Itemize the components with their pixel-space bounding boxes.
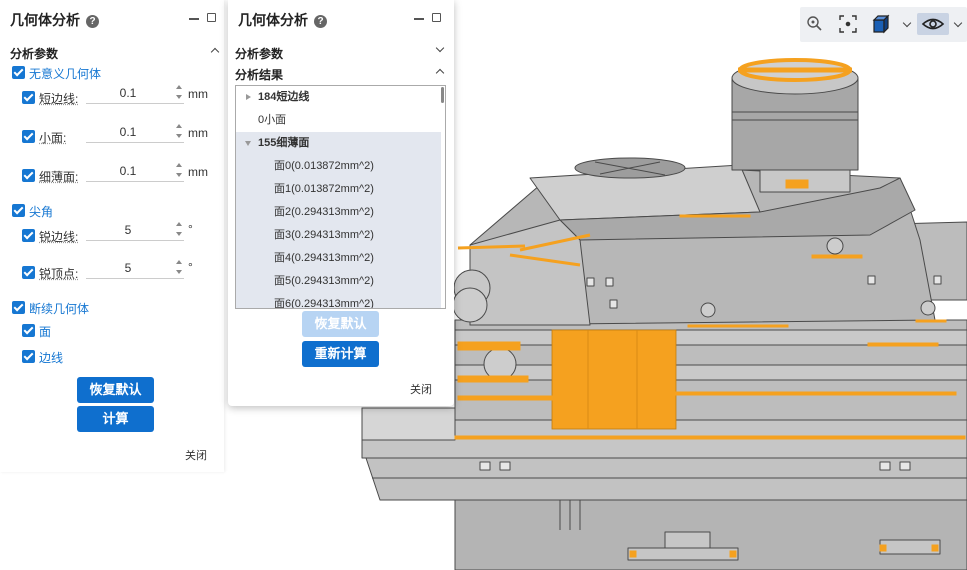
label-sharp-corner: 尖角 bbox=[29, 205, 54, 219]
checkbox-meaningless-geometry[interactable] bbox=[12, 66, 25, 79]
checkbox-face[interactable] bbox=[22, 324, 35, 337]
maximize-icon[interactable] bbox=[432, 13, 441, 22]
unit-label: mm bbox=[188, 165, 208, 179]
degree-unit-label: ° bbox=[188, 260, 193, 274]
visibility-eye-icon[interactable] bbox=[917, 13, 949, 35]
chevron-up-icon[interactable] bbox=[210, 47, 220, 57]
reset-default-button[interactable]: 恢复默认 bbox=[302, 311, 379, 337]
sharp-edge-input[interactable]: 5 bbox=[86, 222, 184, 241]
label-sharp-edge: 锐边线: bbox=[39, 230, 79, 244]
maximize-icon[interactable] bbox=[207, 13, 216, 22]
minimize-icon[interactable] bbox=[189, 18, 199, 20]
zoom-icon[interactable] bbox=[804, 13, 826, 35]
calculate-button[interactable]: 计算 bbox=[77, 406, 154, 432]
help-icon[interactable]: ? bbox=[86, 15, 99, 28]
cube-view-icon[interactable] bbox=[870, 13, 892, 35]
small-face-input[interactable]: 0.1 bbox=[86, 124, 184, 143]
label-small-face: 小面: bbox=[39, 131, 67, 145]
close-link[interactable]: 关闭 bbox=[185, 447, 207, 463]
tree-leaf[interactable]: 面4(0.294313mm^2) bbox=[236, 247, 441, 270]
geometry-analysis-panel-results: 几何体分析? 分析参数 分析结果 184短边线 0小面 155细薄面 面0(0.… bbox=[228, 0, 454, 406]
sharp-vertex-input[interactable]: 5 bbox=[86, 260, 184, 279]
tree-leaf[interactable]: 面5(0.294313mm^2) bbox=[236, 270, 441, 293]
label-edge: 边线 bbox=[39, 351, 64, 365]
tree-leaf[interactable]: 面1(0.013872mm^2) bbox=[236, 178, 441, 201]
expand-arrow-icon[interactable] bbox=[246, 94, 251, 100]
chevron-down-icon[interactable] bbox=[435, 43, 445, 53]
checkbox-sharp-vertex[interactable] bbox=[22, 266, 35, 279]
view-toolbar bbox=[800, 7, 967, 42]
minimize-icon[interactable] bbox=[414, 18, 424, 20]
tree-leaf[interactable]: 面2(0.294313mm^2) bbox=[236, 201, 441, 224]
label-broken-geometry: 断续几何体 bbox=[29, 302, 90, 316]
checkbox-edge[interactable] bbox=[22, 350, 35, 363]
chevron-down-icon[interactable] bbox=[953, 18, 963, 28]
checkbox-broken-geometry[interactable] bbox=[12, 301, 25, 314]
label-short-edge: 短边线: bbox=[39, 92, 79, 106]
checkbox-short-edge[interactable] bbox=[22, 91, 35, 104]
label-meaningless-geometry: 无意义几何体 bbox=[29, 67, 102, 81]
chevron-down-icon[interactable] bbox=[902, 18, 912, 28]
section-analysis-params[interactable]: 分析参数 bbox=[235, 45, 283, 62]
panel-title: 几何体分析? bbox=[10, 10, 99, 30]
unit-label: mm bbox=[188, 126, 208, 140]
tree-item-thin-faces[interactable]: 155细薄面 bbox=[236, 132, 441, 155]
panel-title: 几何体分析? bbox=[238, 10, 327, 30]
tree-scrollbar[interactable] bbox=[441, 87, 444, 103]
results-tree[interactable]: 184短边线 0小面 155细薄面 面0(0.013872mm^2) 面1(0.… bbox=[235, 85, 446, 309]
help-icon[interactable]: ? bbox=[314, 15, 327, 28]
section-analysis-params[interactable]: 分析参数 bbox=[10, 45, 58, 62]
fit-view-icon[interactable] bbox=[837, 13, 859, 35]
chevron-up-icon[interactable] bbox=[435, 68, 445, 78]
section-analysis-results[interactable]: 分析结果 bbox=[235, 66, 283, 83]
checkbox-small-face[interactable] bbox=[22, 130, 35, 143]
checkbox-thin-face[interactable] bbox=[22, 169, 35, 182]
thin-face-input[interactable]: 0.1 bbox=[86, 163, 184, 182]
tree-leaf[interactable]: 面0(0.013872mm^2) bbox=[236, 155, 441, 178]
tree-leaf[interactable]: 面3(0.294313mm^2) bbox=[236, 224, 441, 247]
collapse-arrow-icon[interactable] bbox=[245, 141, 251, 146]
label-face: 面 bbox=[39, 325, 52, 339]
checkbox-sharp-corner[interactable] bbox=[12, 204, 25, 217]
checkbox-sharp-edge[interactable] bbox=[22, 229, 35, 242]
reset-default-button[interactable]: 恢复默认 bbox=[77, 377, 154, 403]
tree-item-small-faces[interactable]: 0小面 bbox=[236, 109, 441, 132]
tree-item-short-edges[interactable]: 184短边线 bbox=[236, 86, 441, 109]
recalculate-button[interactable]: 重新计算 bbox=[302, 341, 379, 367]
label-thin-face: 细薄面: bbox=[39, 170, 79, 184]
close-link[interactable]: 关闭 bbox=[410, 381, 432, 397]
geometry-analysis-panel-left: 几何体分析? 分析参数 无意义几何体 短边线: 0.1 mm 小面: 0.1 m… bbox=[0, 0, 224, 472]
label-sharp-vertex: 锐顶点: bbox=[39, 267, 79, 281]
unit-label: mm bbox=[188, 87, 208, 101]
degree-unit-label: ° bbox=[188, 222, 193, 236]
short-edge-input[interactable]: 0.1 bbox=[86, 85, 184, 104]
tree-leaf[interactable]: 面6(0.294313mm^2) bbox=[236, 293, 441, 308]
